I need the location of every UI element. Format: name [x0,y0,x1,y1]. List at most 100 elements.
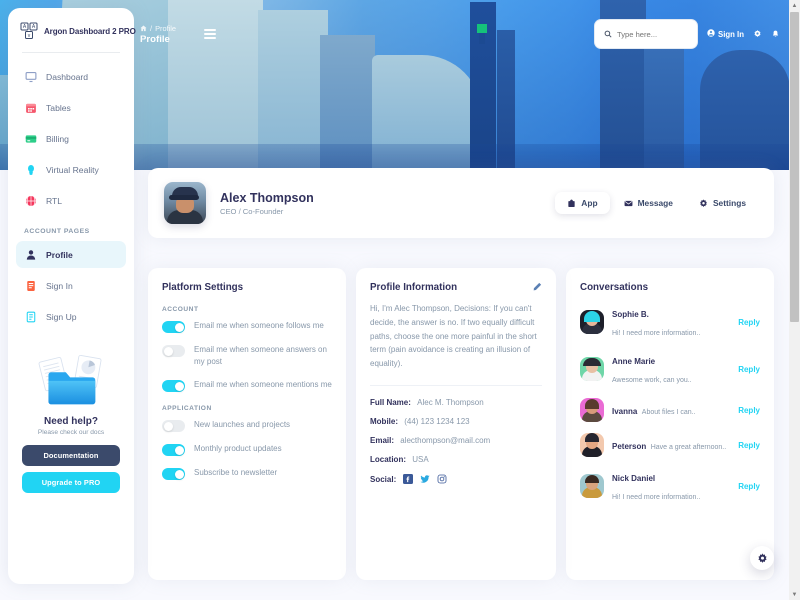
gear-icon[interactable] [753,29,762,39]
toggle-monthly-updates[interactable] [162,444,185,456]
conversation-text: Nick Daniel Hi! I need more information.… [612,468,730,504]
panel-divider [370,384,542,386]
toggle-answers-on-post[interactable] [162,345,185,357]
setting-label: Monthly product updates [194,444,282,453]
sidebar-item-label: Sign Up [46,311,77,322]
envelope-icon [624,199,633,208]
breadcrumb-parent[interactable]: Profile [155,24,176,33]
sidebar-item-label: Dashboard [46,71,89,82]
gear-icon [699,198,708,208]
settings-fab-button[interactable] [750,546,774,570]
sidebar-section-label: ACCOUNT PAGES [24,228,90,235]
help-title: Need help? [44,416,98,427]
sign-in-button[interactable]: Sign In [707,29,744,39]
info-key: Full Name: [370,397,411,407]
bell-icon[interactable] [771,30,780,39]
list-item[interactable]: Sophie B. Hi! I need more information.. … [580,304,760,340]
setting-row: Subscribe to newsletter [162,467,332,480]
sidebar-item-profile[interactable]: Profile [16,241,126,268]
conversation-message: About files I can.. [641,409,696,416]
search-input[interactable] [617,29,688,39]
conversation-text: Anne Marie Awesome work, can you.. [612,351,730,387]
sign-in-label: Sign In [718,29,744,39]
brand[interactable]: A A v Argon Dashboard 2 PRO [8,8,136,52]
help-card: Need help? Please check our docs Documen… [22,344,120,493]
social-links [403,473,447,484]
app-button[interactable]: App [555,192,610,214]
sidebar-item-billing[interactable]: Billing [16,125,126,152]
conversation-name: Ivanna [612,407,638,416]
conversations-title: Conversations [580,282,649,293]
settings-button[interactable]: Settings [687,192,758,214]
sidebar-item-label: Sign In [46,280,73,291]
setting-label: Email me when someone follows me [194,321,324,330]
pencil-icon[interactable] [532,282,542,292]
documentation-button[interactable]: Documentation [22,445,120,466]
reply-link[interactable]: Reply [738,365,760,374]
hamburger-menu-icon[interactable] [204,28,217,40]
account-section-label: ACCOUNT [162,306,199,313]
sidebar-item-sign-in[interactable]: Sign In [16,272,126,299]
sidebar-item-tables[interactable]: Tables [16,94,126,121]
profile-name: Alex Thompson [220,190,314,205]
conversations-panel: Conversations Sophie B. Hi! I need more … [566,268,774,580]
profile-information-panel: Profile Information Hi, I'm Alec Thompso… [356,268,556,580]
scroll-down-arrow[interactable]: ▼ [789,589,800,600]
signup-icon [24,310,37,323]
page-scrollbar[interactable]: ▲ ▼ [789,0,800,600]
navbar-right-group: Sign In [594,19,780,49]
twitter-icon[interactable] [420,474,431,484]
setting-row: Email me when someone answers on my post [162,344,332,368]
conversation-name: Nick Daniel [612,474,656,483]
calendar-icon [24,101,37,114]
sidebar-item-label: RTL [46,195,63,206]
scroll-up-arrow[interactable]: ▲ [789,0,800,11]
reply-link[interactable]: Reply [738,406,760,415]
conversation-message: Have a great afternoon.. [650,444,727,451]
setting-label: Email me when someone mentions me [194,380,332,389]
profile-identity: Alex Thompson CEO / Co-Founder [206,191,314,216]
app-icon [567,199,576,208]
conversation-message: Hi! I need more information.. [612,494,701,501]
sidebar-item-dashboard[interactable]: Dashboard [16,63,126,90]
conversation-text: Ivanna About files I can.. [612,401,730,419]
message-button[interactable]: Message [612,192,685,214]
avatar[interactable] [164,182,206,224]
toggle-new-launches[interactable] [162,420,185,432]
toggle-mentions-me[interactable] [162,380,185,392]
search-box[interactable] [594,19,698,49]
toggle-follows-me[interactable] [162,321,185,333]
facebook-icon[interactable] [403,473,414,484]
conversation-name: Peterson [612,442,647,451]
home-icon[interactable] [140,24,147,32]
sidebar-item-sign-up[interactable]: Sign Up [16,303,126,330]
sidebar-item-virtual-reality[interactable]: Virtual Reality [16,156,126,183]
top-navbar: / Profile Profile Sign In [140,14,780,54]
globe-icon [24,194,37,207]
list-item[interactable]: Anne Marie Awesome work, can you.. Reply [580,351,760,387]
signin-icon [24,279,37,292]
list-item[interactable]: Ivanna About files I can.. Reply [580,398,760,422]
setting-row: Email me when someone mentions me [162,379,332,392]
info-key: Social: [370,474,397,484]
info-row-mobile: Mobile: (44) 123 1234 123 [370,417,542,426]
reply-link[interactable]: Reply [738,318,760,327]
platform-settings-panel: Platform Settings ACCOUNT Email me when … [148,268,346,580]
app-root: / Profile Profile Sign In [0,0,800,600]
info-value: alecthompson@mail.com [400,435,491,445]
instagram-icon[interactable] [437,474,447,484]
scrollbar-thumb[interactable] [790,12,799,322]
avatar [580,357,604,381]
toggle-newsletter[interactable] [162,468,185,480]
message-button-label: Message [637,198,673,208]
conversation-name: Sophie B. [612,310,649,319]
sidebar-item-rtl[interactable]: RTL [16,187,126,214]
reply-link[interactable]: Reply [738,482,760,491]
gear-icon [757,552,768,564]
reply-link[interactable]: Reply [738,441,760,450]
list-item[interactable]: Peterson Have a great afternoon.. Reply [580,433,760,457]
info-key: Email: [370,435,395,445]
info-row-email: Email: alecthompson@mail.com [370,436,542,445]
upgrade-to-pro-button[interactable]: Upgrade to PRO [22,472,120,493]
list-item[interactable]: Nick Daniel Hi! I need more information.… [580,468,760,504]
